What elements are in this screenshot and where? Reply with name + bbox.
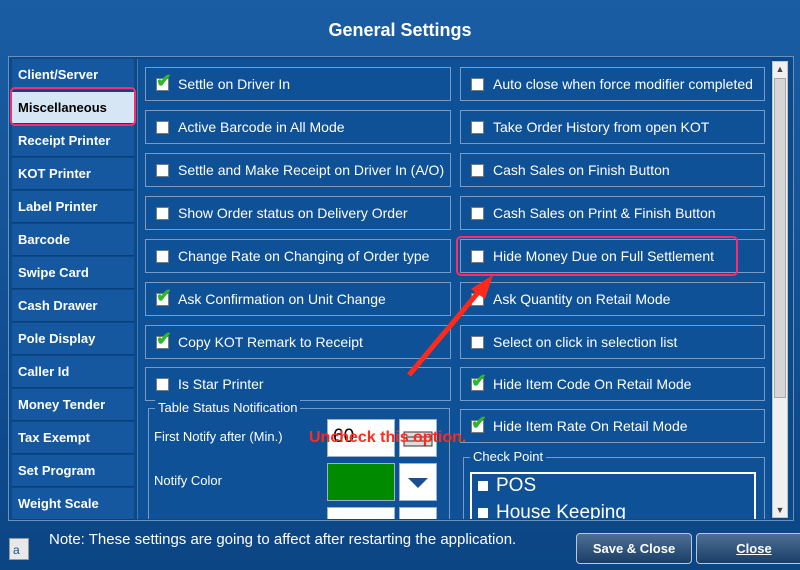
window-title: General Settings bbox=[328, 20, 472, 40]
save-close-button[interactable]: Save & Close bbox=[576, 533, 692, 564]
svg-text:a: a bbox=[13, 543, 20, 557]
annotation-text: Uncheck this option. bbox=[309, 429, 467, 446]
info-icon: a bbox=[9, 538, 29, 560]
settings-content: Client/Server Miscellaneous Receipt Prin… bbox=[8, 56, 794, 521]
general-settings-window: General Settings Client/Server Miscellan… bbox=[0, 0, 800, 570]
vertical-scrollbar[interactable]: ▲ ▼ bbox=[772, 61, 788, 518]
scrollbar-thumb[interactable] bbox=[774, 78, 786, 398]
chevron-down-icon[interactable]: ▼ bbox=[773, 503, 787, 517]
footer-note: Note: These settings are going to affect… bbox=[49, 531, 517, 548]
footer: a Note: These settings are going to affe… bbox=[0, 520, 800, 570]
close-button[interactable]: Close bbox=[696, 533, 800, 564]
chevron-up-icon[interactable]: ▲ bbox=[773, 62, 787, 76]
annotation-arrow-icon bbox=[407, 275, 493, 377]
